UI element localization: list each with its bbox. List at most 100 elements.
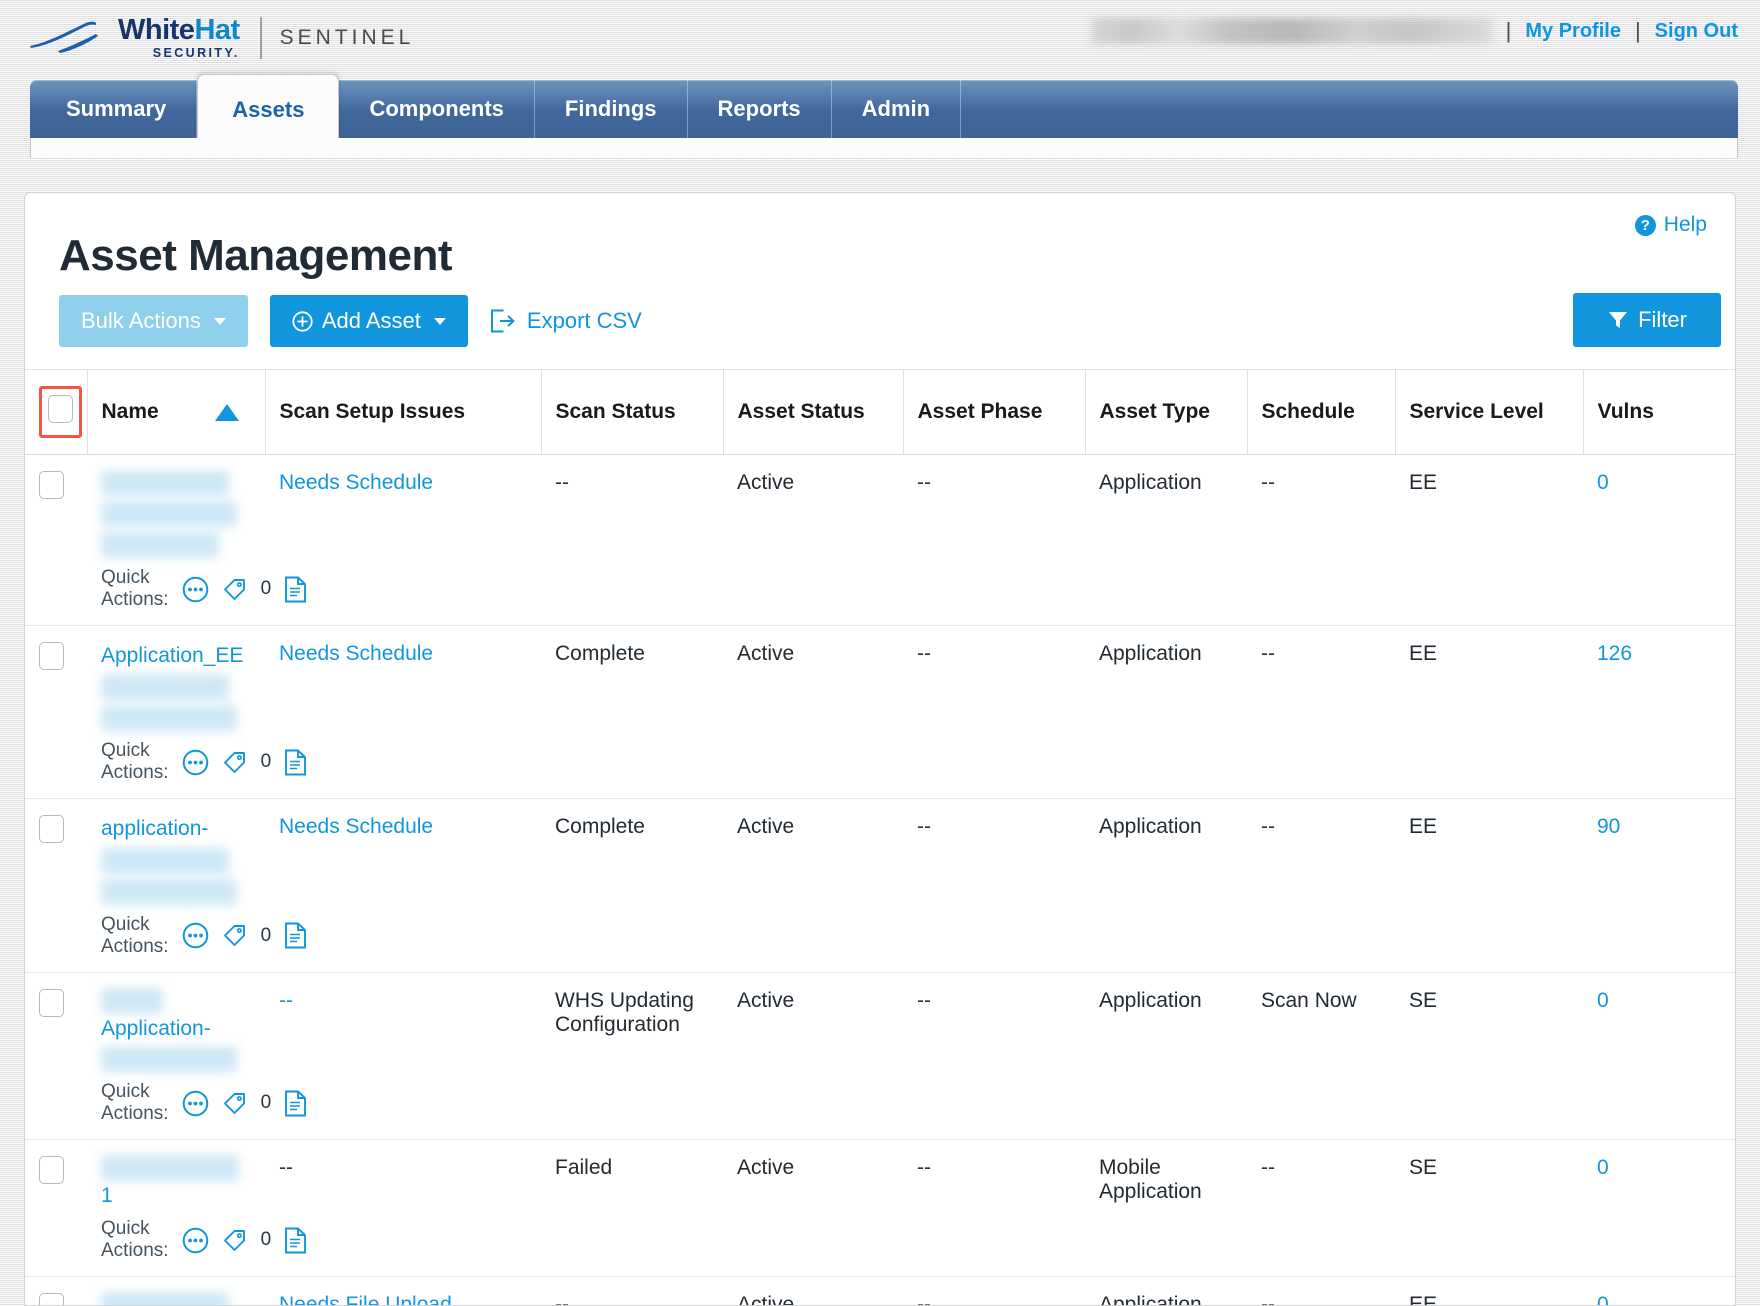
schedule-value: -- bbox=[1261, 471, 1275, 494]
column-header-asset-status[interactable]: Asset Status bbox=[722, 369, 903, 455]
asset-type-cell: Application bbox=[1085, 798, 1247, 973]
more-actions-icon[interactable] bbox=[182, 1227, 209, 1254]
nav-tab-reports[interactable]: Reports bbox=[688, 80, 832, 138]
filter-button[interactable]: Filter bbox=[1573, 293, 1721, 347]
table-row[interactable]: Quick Actions:0 Needs File Upload -- Active… bbox=[25, 1276, 1735, 1306]
row-checkbox[interactable] bbox=[39, 642, 64, 670]
vulns-value[interactable]: 90 bbox=[1597, 815, 1620, 838]
tag-icon[interactable] bbox=[222, 1228, 247, 1253]
redacted-asset-name bbox=[101, 1047, 237, 1074]
row-select-cell bbox=[25, 454, 87, 626]
row-checkbox[interactable] bbox=[39, 1156, 64, 1185]
table-row[interactable]: Application- Quick Actions: 0 -- WHS Updati… bbox=[25, 972, 1735, 1141]
sortable-header-inner: Name bbox=[102, 400, 265, 424]
vulns-value[interactable]: 0 bbox=[1597, 1293, 1609, 1305]
quick-actions-bar: Quick Actions: 0 bbox=[101, 914, 307, 972]
table-row[interactable]: Application_EE Quick Actions: 0 Needs Sche… bbox=[25, 625, 1735, 800]
nav-tab-summary[interactable]: Summary bbox=[30, 80, 198, 138]
table-row[interactable]: 1 Quick Actions: 0 -- Failed Active -- Mobile A… bbox=[25, 1139, 1735, 1278]
table-row[interactable]: application- Quick Actions: 0 Needs Schedu… bbox=[25, 798, 1735, 973]
asset-name-link[interactable]: application- bbox=[101, 817, 208, 840]
row-checkbox[interactable] bbox=[39, 988, 64, 1017]
asset-name-link[interactable]: Application- bbox=[101, 1017, 211, 1040]
scan-status-value: WHS Updating Configuration bbox=[555, 988, 694, 1036]
column-header-schedule[interactable]: Schedule bbox=[1246, 369, 1395, 455]
select-all-checkbox[interactable] bbox=[48, 395, 73, 423]
table-row[interactable]: Quick Actions: 0 Needs Schedule -- Active -- A… bbox=[25, 454, 1735, 626]
row-select-cell bbox=[25, 972, 87, 1141]
column-header-scan-setup-issues[interactable]: Scan Setup Issues bbox=[264, 369, 541, 455]
scan-setup-issues-value[interactable]: -- bbox=[279, 989, 293, 1012]
chevron-down-icon bbox=[213, 317, 226, 325]
user-identity-redacted bbox=[1091, 18, 1492, 44]
nav-tab-assets[interactable]: Assets bbox=[197, 74, 340, 138]
asset-name-block: Application- bbox=[101, 988, 265, 1074]
bulk-actions-button[interactable]: Bulk Actions bbox=[59, 295, 248, 347]
asset-name-link[interactable]: 1 bbox=[101, 1184, 113, 1207]
asset-name-link[interactable]: Application_EE bbox=[101, 644, 243, 667]
column-header-label: Schedule bbox=[1261, 400, 1355, 423]
scan-setup-issues-cell: Needs File Upload bbox=[265, 1276, 541, 1305]
scan-setup-issues-value[interactable]: Needs Schedule bbox=[279, 815, 433, 838]
vulns-value[interactable]: 126 bbox=[1597, 642, 1632, 665]
nav-tab-admin[interactable]: Admin bbox=[832, 80, 962, 138]
tag-icon[interactable] bbox=[222, 1091, 247, 1116]
asset-name-cell: Quick Actions:0 bbox=[87, 1276, 265, 1305]
vulns-value[interactable]: 0 bbox=[1597, 1156, 1609, 1179]
scan-setup-issues-value[interactable]: Needs Schedule bbox=[279, 471, 433, 494]
add-asset-label: Add Asset bbox=[321, 308, 421, 333]
tag-icon[interactable] bbox=[222, 750, 247, 775]
row-checkbox[interactable] bbox=[39, 471, 64, 499]
asset-phase-cell: -- bbox=[903, 454, 1085, 626]
more-actions-icon[interactable] bbox=[182, 1090, 209, 1117]
scan-setup-issues-value[interactable]: Needs Schedule bbox=[279, 642, 433, 665]
asset-type-cell: Application bbox=[1085, 454, 1247, 626]
nav-tab-components[interactable]: Components bbox=[339, 80, 535, 138]
column-header-scan-status[interactable]: Scan Status bbox=[540, 369, 723, 455]
export-csv-button[interactable]: Export CSV bbox=[490, 308, 642, 334]
column-header-label: Asset Phase bbox=[917, 400, 1043, 423]
nav-tab-label: Findings bbox=[564, 96, 657, 121]
brand-logo[interactable]: WhiteHat SECURITY. SENTINEL bbox=[28, 16, 414, 60]
add-asset-button[interactable]: Add Asset bbox=[269, 295, 468, 347]
service-level-value: EE bbox=[1409, 1293, 1438, 1306]
sign-out-link[interactable]: Sign Out bbox=[1655, 20, 1738, 43]
more-actions-icon[interactable] bbox=[182, 576, 209, 603]
asset-phase-value: -- bbox=[917, 1156, 931, 1180]
nav-tab-findings[interactable]: Findings bbox=[535, 80, 688, 138]
column-header-asset-type[interactable]: Asset Type bbox=[1084, 369, 1247, 455]
schedule-cell: -- bbox=[1247, 454, 1395, 626]
my-profile-link[interactable]: My Profile bbox=[1525, 20, 1621, 43]
document-icon[interactable] bbox=[284, 576, 307, 603]
column-header-vulns[interactable]: Vulns bbox=[1582, 369, 1735, 455]
tag-icon[interactable] bbox=[222, 577, 247, 602]
select-all-header-cell bbox=[25, 369, 87, 455]
product-name: SENTINEL bbox=[279, 26, 415, 49]
asset-status-cell: Active bbox=[723, 454, 903, 626]
document-icon[interactable] bbox=[284, 922, 307, 949]
redacted-asset-name bbox=[101, 502, 237, 528]
more-actions-icon[interactable] bbox=[182, 749, 209, 776]
asset-phase-cell: -- bbox=[903, 1276, 1085, 1305]
tag-icon[interactable] bbox=[222, 923, 247, 948]
document-icon[interactable] bbox=[284, 1090, 307, 1117]
asset-name-cell: application- Quick Actions: 0 bbox=[87, 798, 307, 973]
column-header-name[interactable]: Name bbox=[86, 369, 265, 455]
asset-type-value: Mobile Application bbox=[1099, 1156, 1202, 1204]
column-header-asset-phase[interactable]: Asset Phase bbox=[902, 369, 1085, 455]
more-actions-icon[interactable] bbox=[182, 922, 209, 949]
document-icon[interactable] bbox=[284, 749, 307, 776]
vulns-value[interactable]: 0 bbox=[1597, 989, 1609, 1012]
sort-ascending-icon[interactable] bbox=[214, 403, 239, 421]
vulns-value[interactable]: 0 bbox=[1597, 471, 1609, 494]
asset-status-value: Active bbox=[737, 642, 795, 665]
row-checkbox[interactable] bbox=[39, 815, 64, 844]
scan-setup-issues-value[interactable]: Needs File Upload bbox=[279, 1293, 452, 1305]
asset-phase-cell: -- bbox=[903, 1139, 1085, 1278]
row-select-cell bbox=[25, 798, 87, 973]
help-link[interactable]: ? Help bbox=[1634, 213, 1707, 237]
schedule-cell: -- bbox=[1247, 798, 1395, 973]
document-icon[interactable] bbox=[284, 1227, 307, 1254]
row-checkbox[interactable] bbox=[39, 1293, 64, 1305]
column-header-service-level[interactable]: Service Level bbox=[1394, 369, 1583, 455]
